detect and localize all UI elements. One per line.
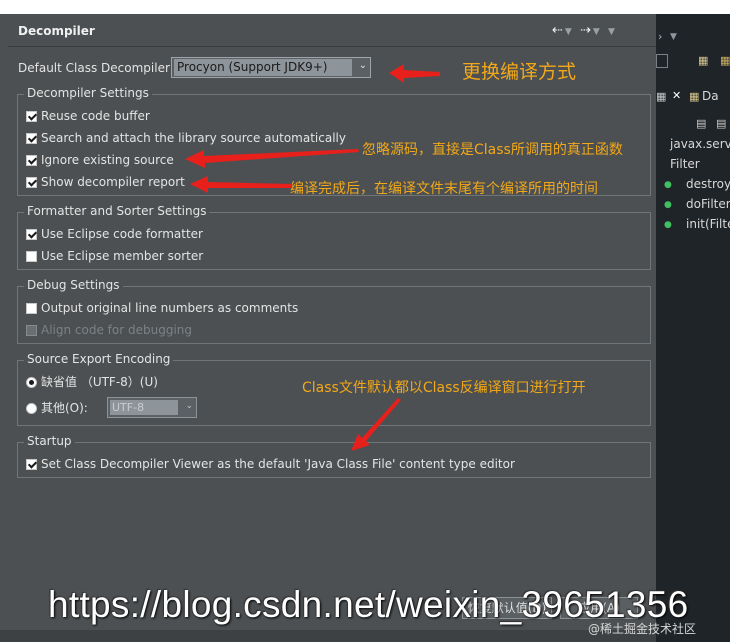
method-public-icon: ● [664,180,672,190]
method-public-icon: ● [664,220,672,230]
tab-label[interactable]: Da [702,89,719,103]
site-watermark: @稀土掘金技术社区 [588,622,697,636]
close-icon[interactable]: ✕ [672,89,681,102]
right-top-strip [656,0,730,14]
filter-icon[interactable]: ▤ [716,117,726,130]
arrow-icon [190,176,292,193]
maximize-icon[interactable]: ▦ [656,90,666,103]
chevron-down-icon: ▼ [670,32,677,42]
panel-icon [656,54,668,68]
annotation-arrows [185,64,440,451]
toolbar-icon[interactable]: ▦ [720,54,730,67]
arrow-icon [389,64,440,83]
bottom-bar [0,630,656,642]
arrow-icon [351,398,401,451]
tree-sub[interactable]: Filter [670,157,700,171]
toolbar-icon[interactable]: ▦ [698,54,708,67]
sort-icon[interactable]: ▤ [696,117,706,130]
chevron-right-icon: › [658,30,663,43]
outline-icon: ▦ [689,90,700,103]
tree-root[interactable]: javax.servl [670,137,730,151]
ide-outline-panel: › ▼ ▦ ▦ ▦ ✕ ▦ Da ▤ ▤ javax.servl Filter … [656,14,730,642]
method-item[interactable]: destroy [686,177,730,191]
method-item[interactable]: doFilter [686,197,730,211]
arrow-icon [185,149,359,168]
method-public-icon: ● [664,200,672,210]
method-item[interactable]: init(Filte [686,217,730,231]
